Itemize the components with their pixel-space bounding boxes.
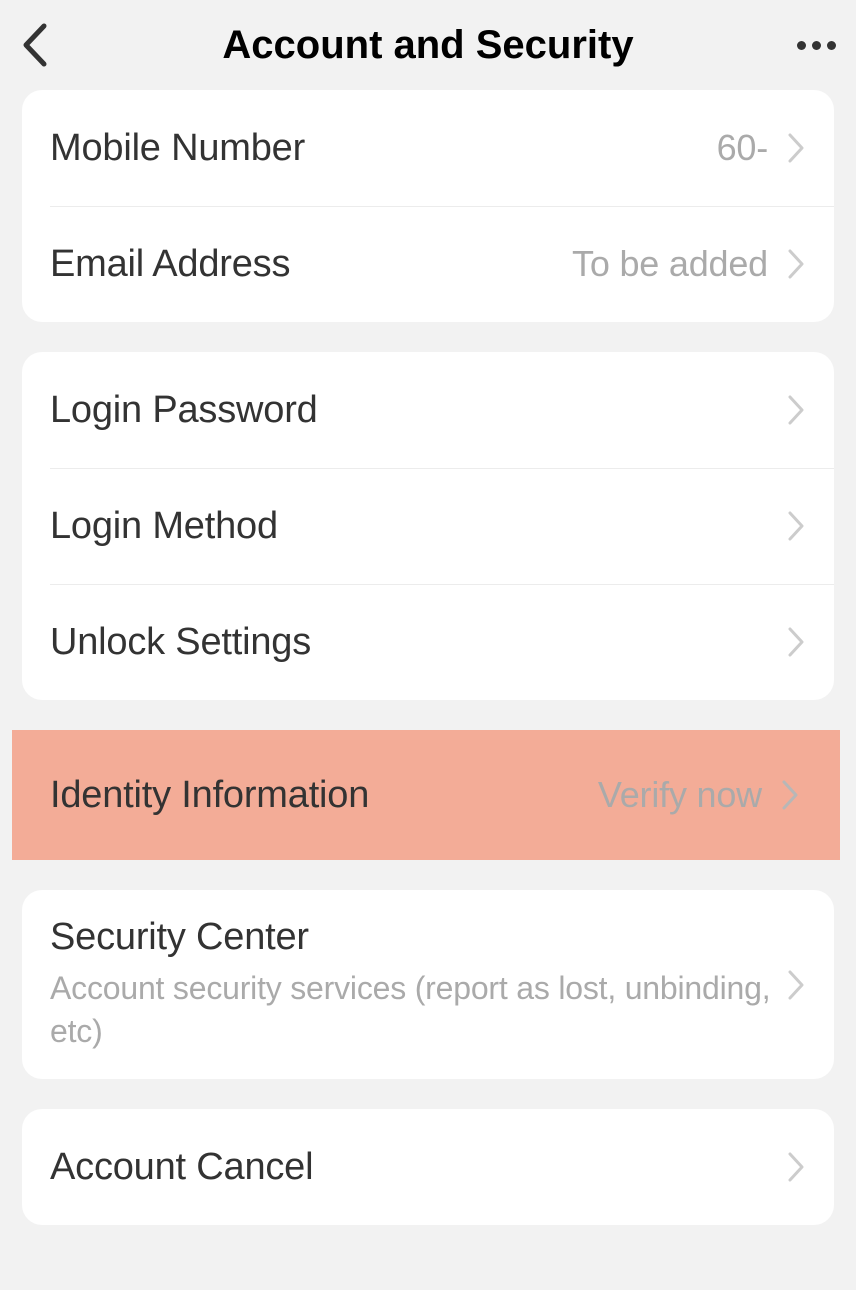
group-account-info: Mobile Number 60- Email Address To be ad… (22, 90, 834, 322)
login-password-label: Login Password (50, 389, 786, 432)
chevron-right-icon (780, 778, 800, 812)
mobile-number-label: Mobile Number (50, 127, 717, 170)
row-security-center[interactable]: Security Center Account security service… (22, 890, 834, 1079)
row-account-cancel[interactable]: Account Cancel (22, 1109, 834, 1225)
unlock-settings-label: Unlock Settings (50, 621, 786, 664)
identity-information-label: Identity Information (50, 774, 598, 817)
group-security-center: Security Center Account security service… (22, 890, 834, 1079)
chevron-right-icon (786, 131, 806, 165)
group-account-cancel: Account Cancel (22, 1109, 834, 1225)
group-identity: Identity Information Verify now (12, 730, 840, 860)
row-mobile-number[interactable]: Mobile Number 60- (22, 90, 834, 206)
chevron-right-icon (786, 509, 806, 543)
identity-information-value: Verify now (598, 774, 762, 816)
chevron-right-icon (786, 1150, 806, 1184)
row-email-address[interactable]: Email Address To be added (22, 206, 834, 322)
mobile-number-value: 60- (717, 127, 768, 169)
row-login-password[interactable]: Login Password (22, 352, 834, 468)
chevron-left-icon (20, 22, 48, 68)
page-title: Account and Security (80, 23, 776, 68)
row-identity-information[interactable]: Identity Information Verify now (12, 730, 840, 860)
group-login: Login Password Login Method Unlock Setti… (22, 352, 834, 700)
chevron-right-icon (786, 247, 806, 281)
chevron-right-icon (786, 625, 806, 659)
account-cancel-label: Account Cancel (50, 1146, 786, 1189)
email-address-label: Email Address (50, 243, 572, 286)
more-icon (797, 41, 836, 50)
back-button[interactable] (20, 15, 80, 75)
login-method-label: Login Method (50, 505, 786, 548)
row-login-method[interactable]: Login Method (22, 468, 834, 584)
chevron-right-icon (786, 968, 806, 1002)
security-center-sublabel: Account security services (report as los… (50, 967, 786, 1053)
security-center-label: Security Center (50, 916, 786, 959)
more-button[interactable] (776, 15, 836, 75)
email-address-value: To be added (572, 243, 768, 285)
chevron-right-icon (786, 393, 806, 427)
header: Account and Security (0, 0, 856, 90)
security-center-text: Security Center Account security service… (50, 916, 786, 1053)
row-unlock-settings[interactable]: Unlock Settings (22, 584, 834, 700)
